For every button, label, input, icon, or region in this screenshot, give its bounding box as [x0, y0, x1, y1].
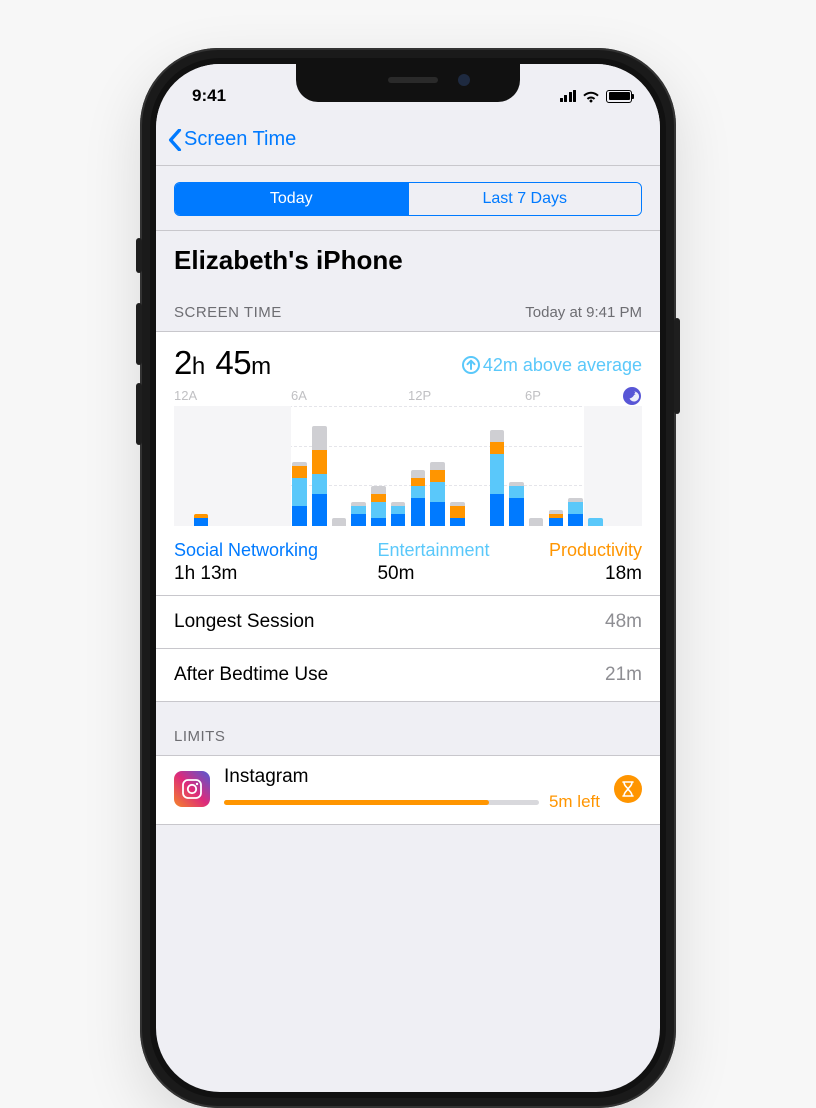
chart-bar	[588, 518, 603, 526]
mute-switch	[136, 238, 142, 273]
avg-delta: 42m above average	[462, 355, 642, 376]
screen-time-header: SCREEN TIME Today at 9:41 PM	[156, 278, 660, 331]
chart-bar	[568, 498, 583, 526]
chart-bar	[509, 482, 524, 526]
chart-bar	[430, 462, 445, 526]
tab-today[interactable]: Today	[175, 183, 408, 215]
cellular-signal-icon	[560, 90, 577, 102]
tab-last-7-days[interactable]: Last 7 Days	[408, 183, 642, 215]
avg-delta-text: 42m above average	[483, 355, 642, 376]
volume-down-button	[136, 383, 142, 445]
phone-frame: 9:41	[140, 48, 676, 1108]
legend-social-value: 1h 13m	[174, 563, 318, 585]
notch	[296, 64, 520, 102]
chart-bar	[371, 486, 386, 526]
chart-bar	[529, 518, 544, 526]
nav-bar: Screen Time	[156, 114, 660, 166]
legend-entertainment-label: Entertainment	[377, 540, 489, 561]
chart-bar	[292, 462, 307, 526]
row-label: After Bedtime Use	[174, 664, 328, 686]
chart-bar	[411, 470, 426, 526]
chart-bar	[332, 518, 347, 526]
usage-bar-chart	[174, 406, 642, 526]
section-label: LIMITS	[174, 728, 225, 745]
limit-app-name: Instagram	[224, 766, 600, 788]
limit-progress	[224, 800, 539, 805]
row-label: Longest Session	[174, 611, 315, 633]
range-switcher-row: Today Last 7 Days	[156, 166, 660, 231]
usage-chart-card[interactable]: 2h 45m 42m above average	[156, 331, 660, 595]
limit-remaining: 5m left	[549, 792, 600, 812]
device-title: Elizabeth's iPhone	[156, 231, 660, 278]
range-segment: Today Last 7 Days	[174, 182, 642, 216]
arrow-up-circle-icon	[462, 356, 480, 374]
chart-x-axis: z 12A6A12P6P	[174, 388, 642, 404]
chart-bar	[351, 502, 366, 526]
legend-productivity-label: Productivity	[549, 540, 642, 561]
chart-bar	[490, 430, 505, 526]
row-value: 48m	[605, 611, 642, 633]
wifi-icon	[582, 90, 600, 103]
status-time: 9:41	[192, 86, 226, 106]
instagram-icon	[174, 771, 210, 807]
legend-entertainment-value: 50m	[377, 563, 489, 585]
legend-social-label: Social Networking	[174, 540, 318, 561]
hourglass-icon	[614, 775, 642, 803]
chevron-left-icon	[168, 129, 182, 151]
battery-icon	[606, 90, 632, 103]
side-button	[674, 318, 680, 414]
row-value: 21m	[605, 664, 642, 686]
chart-bar	[312, 426, 327, 526]
chart-bar	[549, 510, 564, 526]
back-label: Screen Time	[184, 128, 296, 151]
volume-up-button	[136, 303, 142, 365]
legend-productivity-value: 18m	[605, 563, 642, 585]
chart-legend: Social Networking 1h 13m Entertainment 5…	[174, 536, 642, 585]
total-screen-time: 2h 45m	[174, 344, 273, 382]
limit-row-instagram[interactable]: Instagram 5m left	[156, 755, 660, 825]
row-longest-session[interactable]: Longest Session 48m	[156, 595, 660, 648]
back-button[interactable]: Screen Time	[168, 128, 296, 151]
chart-bar	[194, 514, 209, 526]
chart-bar	[391, 502, 406, 526]
limits-header: LIMITS	[156, 702, 660, 755]
chart-bar	[450, 502, 465, 526]
section-label: SCREEN TIME	[174, 304, 282, 321]
row-after-bedtime[interactable]: After Bedtime Use 21m	[156, 648, 660, 702]
section-timestamp: Today at 9:41 PM	[525, 304, 642, 321]
